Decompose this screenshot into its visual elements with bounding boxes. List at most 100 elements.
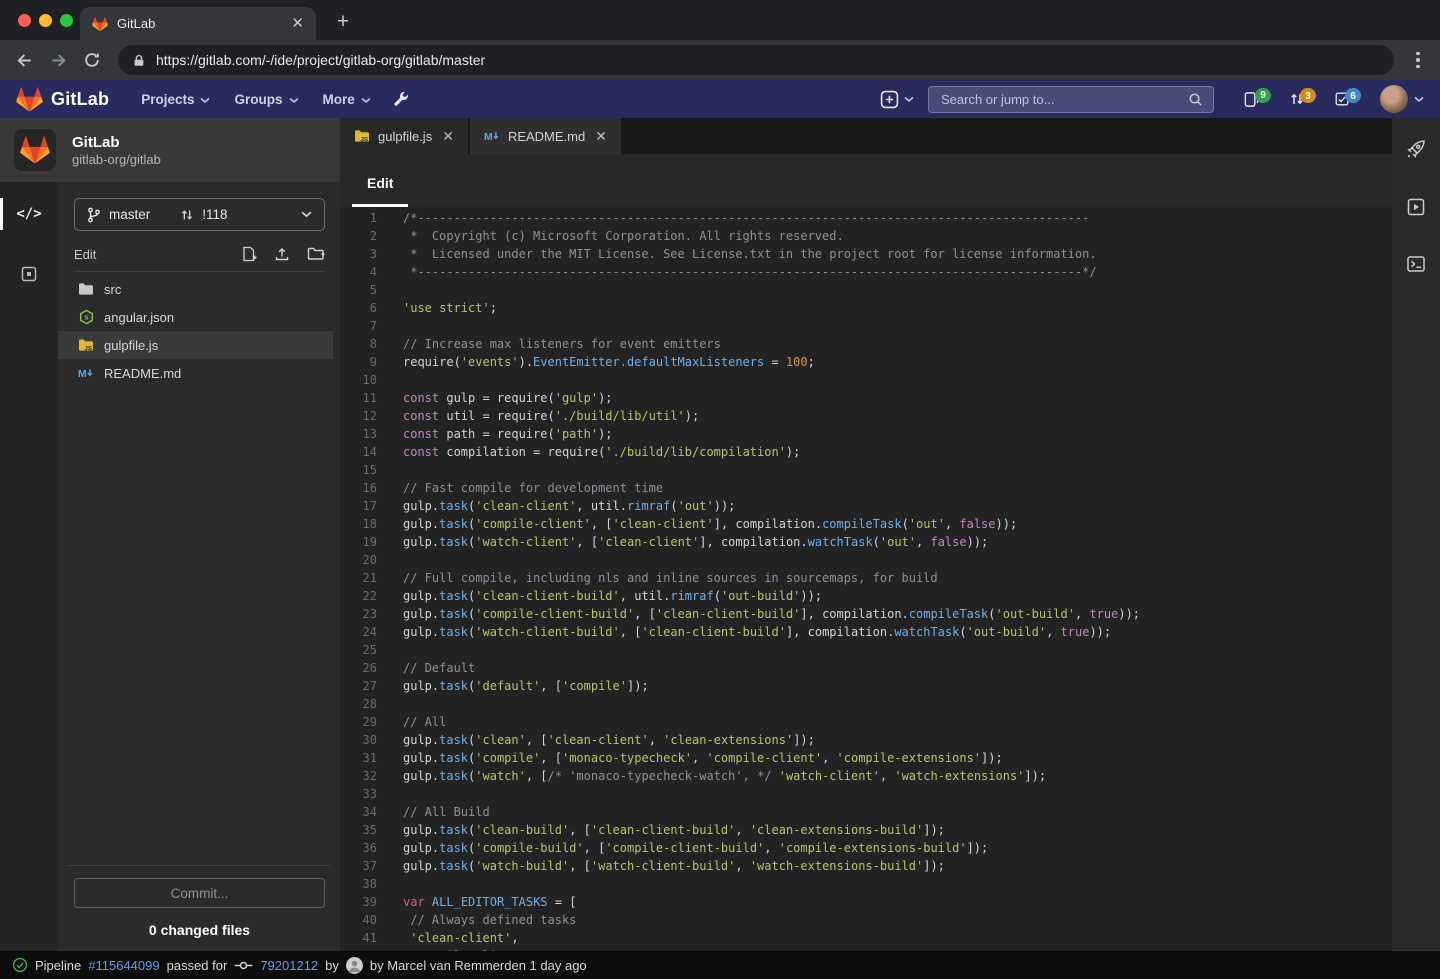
code-line[interactable]: 5: [340, 281, 1392, 299]
code-line[interactable]: 40 // Always defined tasks: [340, 911, 1392, 929]
tab-edit-mode[interactable]: Edit: [352, 175, 408, 207]
code-line[interactable]: 25: [340, 641, 1392, 659]
code-line[interactable]: 34// All Build: [340, 803, 1392, 821]
code-line[interactable]: 31gulp.task('compile', ['monaco-typechec…: [340, 749, 1392, 767]
line-text: 'clean-client',: [403, 929, 519, 947]
close-tab-icon[interactable]: ✕: [595, 128, 607, 145]
code-line[interactable]: 36gulp.task('compile-build', ['compile-c…: [340, 839, 1392, 857]
commit-id-link[interactable]: 79201212: [260, 958, 318, 973]
code-line[interactable]: 23gulp.task('compile-client-build', ['cl…: [340, 605, 1392, 623]
code-line[interactable]: 3 * Licensed under the MIT License. See …: [340, 245, 1392, 263]
code-line[interactable]: 20: [340, 551, 1392, 569]
pipeline-id-link[interactable]: #115644099: [88, 958, 159, 973]
minimize-window-button[interactable]: [39, 14, 52, 27]
code-line[interactable]: 19gulp.task('watch-client', ['clean-clie…: [340, 533, 1392, 551]
branch-selector[interactable]: master !118: [74, 198, 325, 231]
tab-close-icon[interactable]: ✕: [291, 16, 304, 31]
line-text: const compilation = require('./build/lib…: [403, 443, 800, 461]
new-file-button[interactable]: [241, 246, 257, 262]
pipelines-button[interactable]: [1405, 138, 1427, 160]
line-text: // Fast compile for development time: [403, 479, 663, 497]
commit-button[interactable]: Commit...: [74, 878, 325, 908]
code-line[interactable]: 16// Fast compile for development time: [340, 479, 1392, 497]
code-line[interactable]: 12const util = require('./build/lib/util…: [340, 407, 1392, 425]
author-avatar[interactable]: [346, 957, 363, 974]
code-line[interactable]: 4 *-------------------------------------…: [340, 263, 1392, 281]
code-line[interactable]: 1/*-------------------------------------…: [340, 209, 1392, 227]
back-button[interactable]: [10, 46, 38, 74]
code-line[interactable]: 39var ALL_EDITOR_TASKS = [: [340, 893, 1392, 911]
new-folder-button[interactable]: [307, 246, 325, 262]
terminal-button[interactable]: [1406, 254, 1426, 274]
code-line[interactable]: 2 * Copyright (c) Microsoft Corporation.…: [340, 227, 1392, 245]
code-line[interactable]: 7: [340, 317, 1392, 335]
code-line[interactable]: 29// All: [340, 713, 1392, 731]
user-menu-chevron-icon[interactable]: [1414, 96, 1424, 103]
search-input[interactable]: [939, 91, 1188, 108]
gitlab-brand[interactable]: GitLab: [16, 86, 109, 113]
code-line[interactable]: 38: [340, 875, 1392, 893]
code-line[interactable]: 27gulp.task('default', ['compile']);: [340, 677, 1392, 695]
code-line[interactable]: 21// Full compile, including nls and inl…: [340, 569, 1392, 587]
review-mode-button[interactable]: [0, 256, 58, 292]
todos-count-badge: 6: [1345, 88, 1361, 103]
issues-button[interactable]: 9: [1243, 91, 1271, 108]
editor-tab-label: gulpfile.js: [378, 129, 432, 144]
file-tree-item-README.md[interactable]: MREADME.md: [58, 359, 333, 387]
editor-tab-gulpfile.js[interactable]: JSgulpfile.js✕: [340, 118, 470, 154]
navbar-item-groups[interactable]: Groups: [234, 92, 298, 107]
search-box[interactable]: [928, 86, 1214, 113]
code-line[interactable]: 11const gulp = require('gulp');: [340, 389, 1392, 407]
wrench-icon[interactable]: [393, 91, 409, 107]
url-bar[interactable]: https://gitlab.com/-/ide/project/gitlab-…: [118, 45, 1394, 75]
zoom-window-button[interactable]: [60, 14, 73, 27]
code-editor[interactable]: 1/*-------------------------------------…: [340, 207, 1392, 951]
line-number: 34: [340, 803, 377, 821]
code-line[interactable]: 28: [340, 695, 1392, 713]
line-number: 17: [340, 497, 377, 515]
code-line[interactable]: 24gulp.task('watch-client-build', ['clea…: [340, 623, 1392, 641]
code-line[interactable]: 32gulp.task('watch', [/* 'monaco-typeche…: [340, 767, 1392, 785]
code-line[interactable]: 8// Increase max listeners for event emi…: [340, 335, 1392, 353]
code-line[interactable]: 37gulp.task('watch-build', ['watch-clien…: [340, 857, 1392, 875]
browser-menu-button[interactable]: [1406, 48, 1430, 73]
new-tab-button[interactable]: +: [330, 9, 356, 35]
code-line[interactable]: 14const compilation = require('./build/l…: [340, 443, 1392, 461]
file-tree-item-angular.json[interactable]: sangular.json: [58, 303, 333, 331]
code-line[interactable]: 30gulp.task('clean', ['clean-client', 'c…: [340, 731, 1392, 749]
line-number: 38: [340, 875, 377, 893]
line-number: 9: [340, 353, 377, 371]
close-window-button[interactable]: [18, 14, 31, 27]
code-line[interactable]: 33: [340, 785, 1392, 803]
code-line[interactable]: 41 'clean-client',: [340, 929, 1392, 947]
merge-requests-button[interactable]: 3: [1289, 91, 1316, 107]
new-menu[interactable]: [880, 90, 914, 109]
code-line[interactable]: 9require('events').EventEmitter.defaultM…: [340, 353, 1392, 371]
live-preview-button[interactable]: [1406, 197, 1426, 217]
code-line[interactable]: 26// Default: [340, 659, 1392, 677]
file-tree-item-src[interactable]: src: [58, 275, 333, 303]
code-line[interactable]: 18gulp.task('compile-client', ['clean-cl…: [340, 515, 1392, 533]
editor-tab-README.md[interactable]: MREADME.md✕: [470, 118, 623, 154]
todos-button[interactable]: 6: [1334, 91, 1361, 107]
code-line[interactable]: 35gulp.task('clean-build', ['clean-clien…: [340, 821, 1392, 839]
file-tree-item-gulpfile.js[interactable]: JSgulpfile.js: [58, 331, 333, 359]
code-line[interactable]: 6'use strict';: [340, 299, 1392, 317]
code-line[interactable]: 13const path = require('path');: [340, 425, 1392, 443]
edit-mode-button[interactable]: </>: [0, 196, 58, 232]
line-number: 2: [340, 227, 377, 245]
code-line[interactable]: 10: [340, 371, 1392, 389]
rocket-icon: [1405, 138, 1427, 160]
navbar-item-projects[interactable]: Projects: [141, 92, 210, 107]
reload-button[interactable]: [78, 46, 106, 74]
browser-tab[interactable]: GitLab ✕: [80, 7, 316, 40]
user-avatar[interactable]: [1380, 85, 1408, 113]
upload-file-button[interactable]: [274, 246, 290, 262]
forward-button[interactable]: [44, 46, 72, 74]
code-line[interactable]: 22gulp.task('clean-client-build', util.r…: [340, 587, 1392, 605]
navbar-item-more[interactable]: More: [323, 92, 371, 107]
project-logo-icon: [20, 135, 50, 165]
close-tab-icon[interactable]: ✕: [442, 128, 454, 145]
code-line[interactable]: 15: [340, 461, 1392, 479]
code-line[interactable]: 17gulp.task('clean-client', util.rimraf(…: [340, 497, 1392, 515]
